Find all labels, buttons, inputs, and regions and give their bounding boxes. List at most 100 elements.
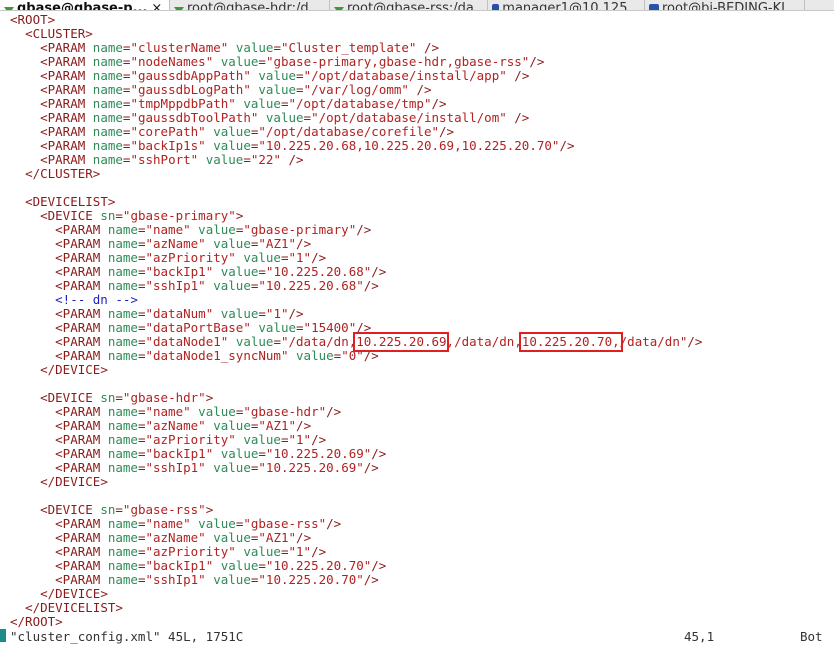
code-token: <PARAM bbox=[55, 446, 108, 461]
code-token: "1" bbox=[265, 306, 289, 321]
code-token: "name" bbox=[145, 516, 191, 531]
code-token: /> bbox=[311, 432, 327, 447]
code-line: <PARAM name="azName" value="AZ1"/> bbox=[10, 237, 311, 251]
code-token: value bbox=[213, 572, 251, 587]
terminal-tab-2[interactable]: root@gbase-hdr:/d... bbox=[170, 0, 330, 10]
code-token: "nodeNames" bbox=[130, 54, 214, 69]
code-line: </CLUSTER> bbox=[10, 167, 100, 181]
code-token: "15400" bbox=[303, 320, 357, 335]
code-token: "22" bbox=[250, 152, 281, 167]
code-token: = bbox=[296, 82, 304, 97]
code-token: <PARAM bbox=[55, 348, 108, 363]
code-token: "azPriority" bbox=[145, 250, 236, 265]
code-token: <PARAM bbox=[55, 432, 108, 447]
code-token: = bbox=[296, 320, 304, 335]
code-line: <PARAM name="sshIp1" value="10.225.20.70… bbox=[10, 573, 379, 587]
code-token: <PARAM bbox=[40, 152, 93, 167]
code-token: = bbox=[258, 306, 266, 321]
code-token: "AZ1" bbox=[258, 236, 297, 251]
code-token: name bbox=[107, 460, 138, 475]
code-token: <DEVICE bbox=[40, 390, 101, 405]
code-token: <PARAM bbox=[40, 82, 93, 97]
code-token: <PARAM bbox=[55, 320, 108, 335]
code-token: /> bbox=[431, 96, 447, 111]
code-line: <PARAM name="sshIp1" value="10.225.20.69… bbox=[10, 461, 379, 475]
status-file-info: "cluster_config.xml" 45L, 1751C bbox=[10, 629, 244, 644]
code-token: name bbox=[107, 418, 138, 433]
code-token: /> bbox=[326, 516, 342, 531]
tab-label: gbase@gbase-p... bbox=[17, 1, 148, 10]
code-line: </DEVICE> bbox=[10, 363, 108, 377]
code-token: "backIp1" bbox=[145, 558, 214, 573]
code-token: "10.225.20.70" bbox=[258, 572, 364, 587]
terminal-tab-4[interactable]: manager1@10.125.... bbox=[488, 0, 645, 10]
code-token: value bbox=[213, 460, 251, 475]
code-token: <PARAM bbox=[40, 68, 93, 83]
code-token: = bbox=[280, 544, 289, 559]
code-token: /> bbox=[311, 544, 327, 559]
code-token: /> bbox=[416, 40, 440, 55]
code-token: value bbox=[213, 530, 251, 545]
code-line: <DEVICE sn="gbase-rss"> bbox=[10, 503, 213, 517]
code-token: "10.225.20.70" bbox=[265, 558, 372, 573]
code-token: "10.225.20.68,10.225.20.69,10.225.20.70" bbox=[258, 138, 560, 153]
code-line: <PARAM name="gaussdbLogPath" value="/var… bbox=[10, 82, 432, 97]
terminal-tab-5[interactable]: root@bj-BEDING-KJ... bbox=[645, 0, 805, 10]
code-token: = bbox=[115, 390, 123, 405]
code-token: name bbox=[107, 334, 138, 349]
code-line: <PARAM name="dataPortBase" value="15400"… bbox=[10, 321, 371, 335]
code-token: <PARAM bbox=[40, 40, 93, 55]
code-token: = bbox=[258, 446, 266, 461]
code-token: /> bbox=[371, 264, 387, 279]
code-token: value bbox=[198, 404, 236, 419]
code-token: <PARAM bbox=[55, 236, 108, 251]
code-token: value bbox=[213, 418, 251, 433]
code-line: <PARAM name="name" value="gbase-hdr"/> bbox=[10, 405, 341, 419]
code-token: name bbox=[107, 516, 138, 531]
code-token: name bbox=[107, 250, 138, 265]
code-token: name bbox=[92, 152, 123, 167]
code-token: name bbox=[92, 138, 123, 153]
code-token: value bbox=[258, 82, 297, 97]
terminal-tab-1[interactable]: gbase@gbase-p... × bbox=[0, 0, 170, 10]
code-token: /> bbox=[280, 152, 304, 167]
code-token: <PARAM bbox=[55, 334, 108, 349]
code-line: <PARAM name="backIp1s" value="10.225.20.… bbox=[10, 138, 574, 153]
code-token: <PARAM bbox=[40, 96, 93, 111]
code-token: /> bbox=[363, 460, 379, 475]
tab-label: root@gbase-hdr:/d... bbox=[187, 1, 322, 10]
code-token: "name" bbox=[145, 222, 191, 237]
terminal-tab-3[interactable]: root@gbase-rss:/da... bbox=[330, 0, 488, 10]
code-token: value bbox=[258, 68, 297, 83]
code-token: </DEVICE> bbox=[40, 474, 108, 489]
code-token: value bbox=[220, 558, 259, 573]
code-token: value bbox=[243, 432, 281, 447]
code-token: <ROOT> bbox=[10, 12, 56, 27]
code-token: "clusterName" bbox=[130, 40, 229, 55]
code-token: "gaussdbLogPath" bbox=[130, 82, 251, 97]
code-token: name bbox=[92, 96, 123, 111]
code-token: /> bbox=[408, 82, 432, 97]
code-token: sn bbox=[100, 390, 116, 405]
close-icon[interactable]: × bbox=[151, 2, 162, 10]
vim-editor[interactable]: <ROOT> <CLUSTER> <PARAM name="clusterNam… bbox=[0, 12, 834, 652]
code-line: <PARAM name="azName" value="AZ1"/> bbox=[10, 531, 311, 545]
code-token: "gaussdbAppPath" bbox=[130, 68, 251, 83]
